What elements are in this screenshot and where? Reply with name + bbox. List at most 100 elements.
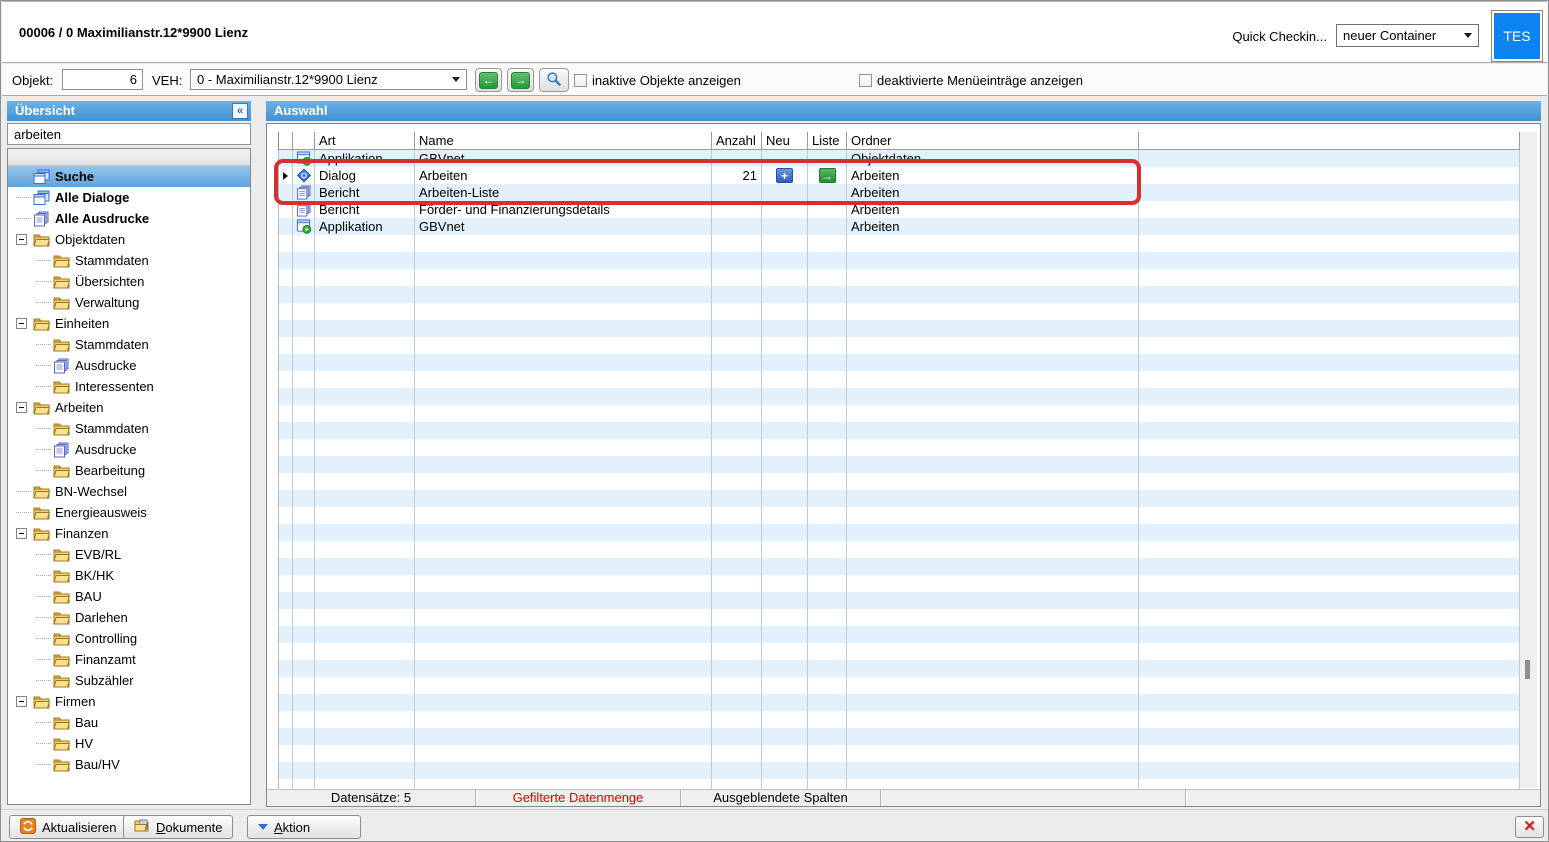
next-object-button[interactable]: → [507,68,534,92]
sidebar-item-objektdaten[interactable]: Objektdaten [8,229,250,250]
column-header-ordner[interactable]: Ordner [847,132,1139,150]
table-cell [808,252,847,269]
sidebar-item-bersichten[interactable]: Übersichten [8,271,250,292]
sidebar-item-alle-ausdrucke[interactable]: Alle Ausdrucke [8,208,250,229]
sidebar-item-verwaltung[interactable]: Verwaltung [8,292,250,313]
sidebar-item-evb-rl[interactable]: EVB/RL [8,544,250,565]
sidebar-item-label: Ausdrucke [75,358,136,373]
table-row-empty [278,711,1520,728]
liste-arrow-button[interactable]: → [819,168,836,183]
table-row-arbeiten[interactable]: DialogArbeiten21+→Arbeiten [278,167,1520,184]
table-cell [1139,711,1520,728]
search-icon [546,71,562,90]
previous-object-button[interactable]: ← [475,68,502,92]
sidebar-item-stammdaten[interactable]: Stammdaten [8,250,250,271]
sidebar-item-firmen[interactable]: Firmen [8,691,250,712]
table-cell [712,626,762,643]
table-cell [762,711,808,728]
sidebar-item-finanzen[interactable]: Finanzen [8,523,250,544]
sidebar-item-bearbeitung[interactable]: Bearbeitung [8,460,250,481]
table-cell [762,320,808,337]
table-cell [279,150,293,167]
sidebar-item-hv[interactable]: HV [8,733,250,754]
tree-expander-icon[interactable] [16,318,27,329]
table-row-gbvnet[interactable]: ApplikationGBVnetArbeiten [278,218,1520,235]
vertical-scrollbar[interactable] [1520,132,1537,788]
quick-checkin-select[interactable]: neuer Container [1336,24,1479,47]
tree-connector [16,512,31,513]
column-header-anzahl[interactable]: Anzahl [712,132,762,150]
table-row-empty [278,354,1520,371]
column-header-blank [1139,132,1520,150]
sidebar-item-label: Stammdaten [75,253,149,268]
table-cell [1139,354,1520,371]
table-cell [315,694,415,711]
table-cell [279,694,293,711]
sidebar-item-stammdaten[interactable]: Stammdaten [8,418,250,439]
sidebar-item-interessenten[interactable]: Interessenten [8,376,250,397]
table-cell [762,643,808,660]
table-cell [1139,320,1520,337]
sidebar-item-bk-hk[interactable]: BK/HK [8,565,250,586]
sidebar-item-ausdrucke[interactable]: Ausdrucke [8,439,250,460]
search-object-button[interactable] [539,68,569,92]
column-header-liste[interactable]: Liste [808,132,847,150]
table-cell [315,660,415,677]
status-hidden-columns[interactable]: Ausgeblendete Spalten [681,790,881,806]
close-button[interactable]: ✕ [1515,816,1544,838]
refresh-icon [20,818,36,837]
sidebar-item-alle-dialoge[interactable]: Alle Dialoge [8,187,250,208]
sidebar-item-label: Suche [55,169,94,184]
sidebar-item-bau-hv[interactable]: Bau/HV [8,754,250,775]
sidebar-item-suche[interactable]: Suche [8,166,250,187]
dokumente-button[interactable]: Dokumente [123,815,233,839]
column-header-neu[interactable]: Neu [762,132,808,150]
table-cell [293,558,315,575]
table-row-gbvnet[interactable]: ApplikationGBVnetObjektdaten [278,150,1520,167]
sidebar-item-stammdaten[interactable]: Stammdaten [8,334,250,355]
footer-bar: Aktualisieren Dokumente Aktion ✕ [1,809,1548,841]
table-cell [279,456,293,473]
table-cell [279,575,293,592]
aktualisieren-button[interactable]: Aktualisieren [9,815,127,839]
sidebar-item-energieausweis[interactable]: Energieausweis [8,502,250,523]
sidebar-item-subz-hler[interactable]: Subzähler [8,670,250,691]
sidebar-item-bn-wechsel[interactable]: BN-Wechsel [8,481,250,502]
table-cell [847,524,1139,541]
table-cell [279,337,293,354]
table-cell [279,184,293,201]
sidebar-item-controlling[interactable]: Controlling [8,628,250,649]
sidebar-item-bau[interactable]: Bau [8,712,250,733]
folder-icon [53,253,70,269]
sidebar-item-arbeiten[interactable]: Arbeiten [8,397,250,418]
aktion-button[interactable]: Aktion [247,815,361,839]
inactive-objects-checkbox[interactable] [574,74,587,87]
column-header-name[interactable]: Name [415,132,712,150]
table-cell [279,269,293,286]
sidebar-item-einheiten[interactable]: Einheiten [8,313,250,334]
table-cell [808,660,847,677]
neu-plus-button[interactable]: + [776,168,793,183]
table-row-empty [278,745,1520,762]
tes-button[interactable]: TES [1491,10,1543,62]
veh-select[interactable]: 0 - Maximilianstr.12*9900 Lienz [190,69,467,90]
sidebar-item-bau[interactable]: BAU [8,586,250,607]
scrollbar-thumb[interactable] [1525,660,1530,679]
sidebar-search-input[interactable] [7,123,251,145]
objekt-input[interactable] [62,69,143,90]
table-row-f-rder-und-finanzierungsdetails[interactable]: BerichtFörder- und FinanzierungsdetailsA… [278,201,1520,218]
tree-expander-icon[interactable] [16,402,27,413]
table-row-arbeiten-liste[interactable]: BerichtArbeiten-ListeArbeiten [278,184,1520,201]
column-header-art[interactable]: Art [315,132,415,150]
status-filtered-data[interactable]: Gefilterte Datenmenge [476,790,681,806]
disabled-menu-checkbox[interactable] [859,74,872,87]
sidebar-item-darlehen[interactable]: Darlehen [8,607,250,628]
table-cell [279,388,293,405]
collapse-sidebar-icon[interactable]: « [232,103,248,119]
sidebar-item-finanzamt[interactable]: Finanzamt [8,649,250,670]
tree-expander-icon[interactable] [16,234,27,245]
sidebar-item-ausdrucke[interactable]: Ausdrucke [8,355,250,376]
tree-expander-icon[interactable] [16,528,27,539]
table-row-empty [278,490,1520,507]
tree-expander-icon[interactable] [16,696,27,707]
